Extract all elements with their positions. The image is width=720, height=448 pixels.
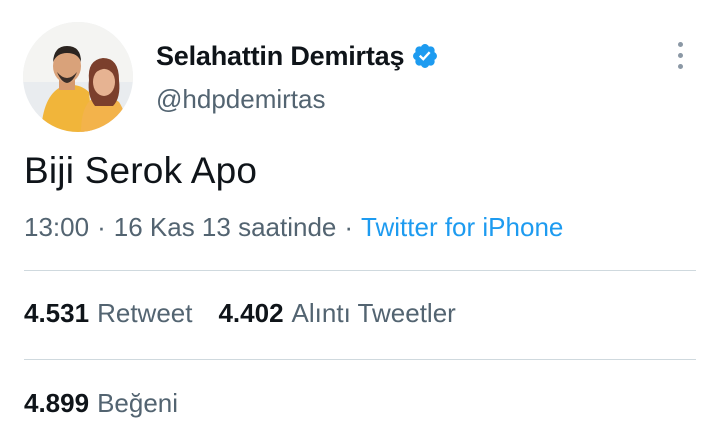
quotes-stat[interactable]: 4.402 Alıntı Tweetler xyxy=(218,298,455,329)
meta-separator: · xyxy=(344,212,354,242)
tweet-time[interactable]: 13:00 xyxy=(24,212,89,243)
author-name-row: Selahattin Demirtaş xyxy=(156,38,439,74)
retweets-count: 4.531 xyxy=(24,298,90,328)
dot xyxy=(677,63,683,69)
tweet-text: Biji Serok Apo xyxy=(24,150,258,191)
display-name[interactable]: Selahattin Demirtaş xyxy=(156,41,404,72)
likes-stats-row: 4.899 Beğeni xyxy=(24,388,178,419)
likes-count: 4.899 xyxy=(24,388,90,418)
avatar-photo xyxy=(23,22,133,132)
tweet-date[interactable]: 16 Kas 13 saatinde xyxy=(114,212,337,243)
dot xyxy=(677,41,683,47)
likes-label: Beğeni xyxy=(97,388,179,418)
engagement-stats-row: 4.531 Retweet 4.402 Alıntı Tweetler xyxy=(24,298,456,329)
verified-badge-icon xyxy=(411,42,439,70)
tweet-meta: 13:00 · 16 Kas 13 saatinde · Twitter for… xyxy=(24,212,563,243)
user-handle[interactable]: @hdpdemirtas xyxy=(156,84,325,115)
divider xyxy=(24,359,696,360)
likes-stat[interactable]: 4.899 Beğeni xyxy=(24,388,178,419)
tweet-detail: Selahattin Demirtaş @hdpdemirtas Biji Se… xyxy=(0,0,720,448)
divider xyxy=(24,270,696,271)
meta-separator: · xyxy=(97,212,106,242)
retweets-label: Retweet xyxy=(97,298,193,328)
avatar[interactable] xyxy=(23,22,133,132)
dot xyxy=(677,52,683,58)
retweets-stat[interactable]: 4.531 Retweet xyxy=(24,298,192,329)
quotes-count: 4.402 xyxy=(218,298,284,328)
tweet-source-link[interactable]: Twitter for iPhone xyxy=(361,212,563,243)
more-options-icon[interactable] xyxy=(664,36,696,74)
quotes-label: Alıntı Tweetler xyxy=(291,298,456,328)
